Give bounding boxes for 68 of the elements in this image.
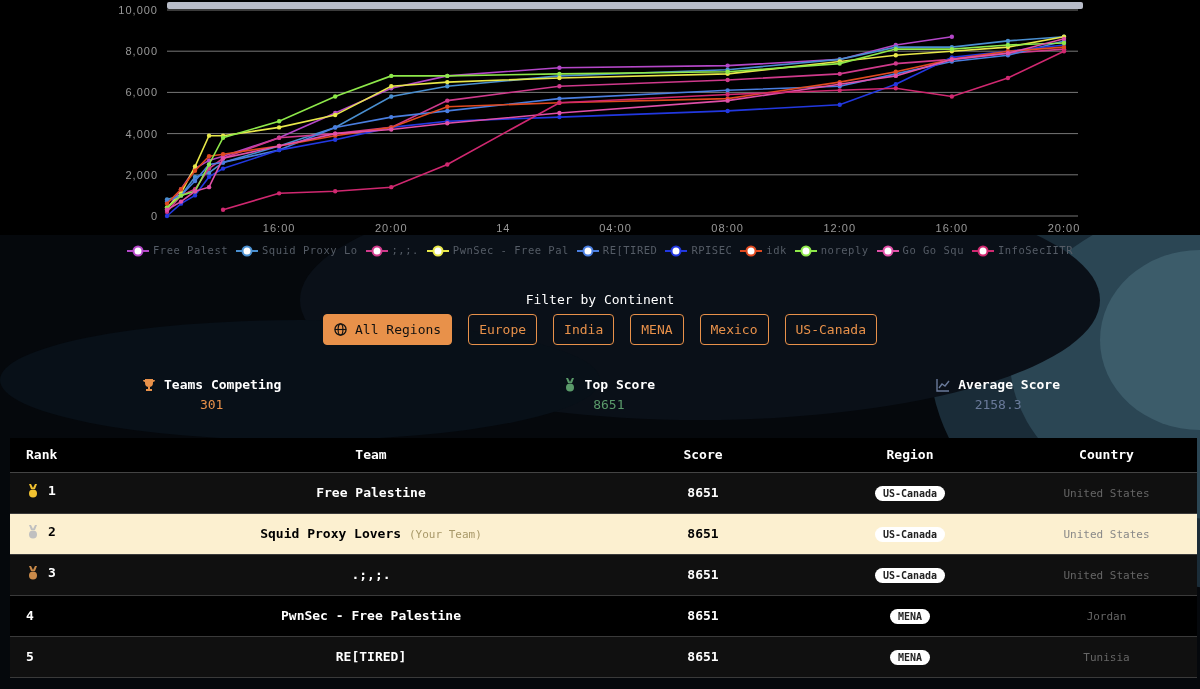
legend-item[interactable]: RPISEC <box>665 240 733 262</box>
filter-button[interactable]: All Regions <box>323 313 453 345</box>
stat-value: 8651 <box>593 395 625 414</box>
region-tag: US-Canada <box>874 526 946 542</box>
legend-item[interactable]: Free Palest <box>127 240 229 262</box>
team-name: .;,;. <box>351 566 391 582</box>
filter-button[interactable]: Europe <box>468 313 538 345</box>
filter-button[interactable]: US-Canada <box>784 313 877 345</box>
rank-number: 1 <box>48 482 56 501</box>
legend-item[interactable]: PwnSec - Free Pal <box>426 240 569 262</box>
legend-item[interactable]: idk <box>740 240 787 262</box>
stat-label: Teams Competing <box>164 376 282 394</box>
filter-title: Filter by Continent <box>524 291 676 309</box>
filter-button[interactable]: Mexico <box>699 313 769 345</box>
legend-item[interactable]: RE[TIRED <box>576 240 658 262</box>
team-name: Squid Proxy Lovers <box>260 525 402 541</box>
team-note: (Your Team) <box>408 527 482 541</box>
stat-value: 301 <box>199 395 224 414</box>
column-header: Country <box>1016 438 1197 472</box>
rank-number: 3 <box>48 564 56 583</box>
legend-item[interactable]: Go Go Squ <box>876 240 964 262</box>
region-tag: MENA <box>889 649 931 665</box>
rank-number: 5 <box>26 647 34 666</box>
country-name: United States <box>1063 527 1150 541</box>
axis-label: 10,000 <box>118 4 158 16</box>
axis-label: 20:00 <box>375 222 408 234</box>
legend-item[interactable]: Squid Proxy Lo <box>236 240 358 262</box>
axis-label: 20:00 <box>1047 222 1081 234</box>
axis-label: 14 <box>496 222 511 234</box>
axis-label: 8,000 <box>125 45 158 58</box>
filter-button[interactable]: India <box>553 313 615 345</box>
country-name: United States <box>1063 486 1150 500</box>
score-value: 8651 <box>687 525 719 541</box>
axis-label: 2,000 <box>125 168 158 181</box>
score-value: 8651 <box>687 648 719 664</box>
country-name: Tunisia <box>1083 650 1130 664</box>
country-name: United States <box>1063 568 1150 582</box>
axis-label: 6,000 <box>125 86 158 99</box>
stat-value: 2158.3 <box>974 395 1022 414</box>
region-tag: MENA <box>889 608 931 624</box>
stat-label: Average Score <box>958 376 1060 394</box>
axis-label: 0 <box>150 210 158 222</box>
axis-label: 16:00 <box>262 222 296 234</box>
legend-item[interactable]: InfoSecIITR <box>971 240 1073 262</box>
column-header: Score <box>602 438 804 472</box>
country-name: Jordan <box>1086 609 1127 623</box>
score-value: 8651 <box>687 566 719 582</box>
region-tag: US-Canada <box>874 567 946 583</box>
stat-label: Top Score <box>584 376 656 394</box>
axis-label: 12:00 <box>823 222 856 234</box>
rank-number: 2 <box>48 523 56 542</box>
legend-item[interactable]: ;,;. <box>365 240 419 262</box>
region-tag: US-Canada <box>874 485 946 501</box>
legend-item[interactable]: noreply <box>794 240 869 262</box>
column-header: Team <box>140 438 602 472</box>
axis-label: 04:00 <box>599 222 632 234</box>
filter-button[interactable]: MENA <box>630 313 684 345</box>
axis-label: 4,000 <box>125 127 158 140</box>
score-value: 8651 <box>687 607 719 623</box>
team-name: Free Palestine <box>316 484 426 500</box>
column-header: Region <box>804 438 1016 472</box>
team-name: RE[TIRED] <box>335 648 407 664</box>
rank-number: 4 <box>26 606 34 625</box>
score-value: 8651 <box>687 484 719 500</box>
column-header: Rank <box>10 438 140 472</box>
axis-label: 08:00 <box>711 222 744 234</box>
team-name: PwnSec - Free Palestine <box>281 607 461 623</box>
axis-label: 16:00 <box>935 222 969 234</box>
